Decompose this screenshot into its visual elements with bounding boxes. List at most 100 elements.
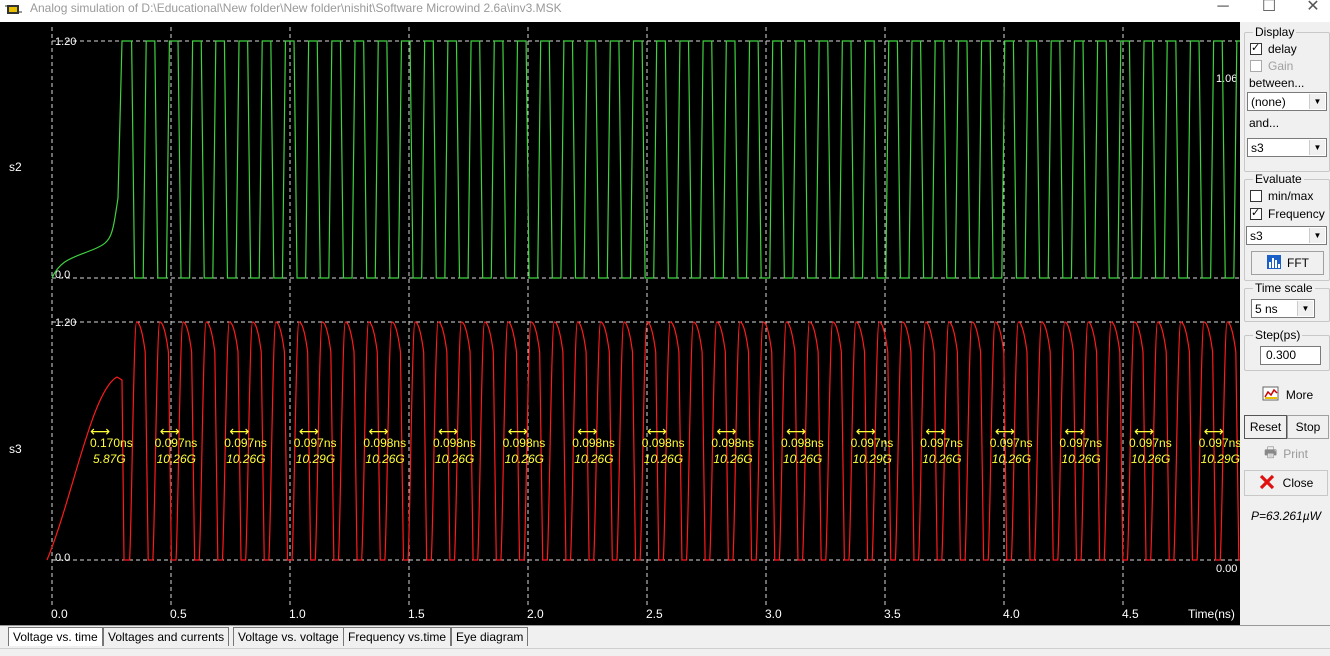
frequency-measurement: 10.29G: [296, 452, 335, 466]
bottom-y-high-label: 1.20: [55, 317, 76, 329]
x-tick-label: 0.5: [170, 607, 187, 621]
frequency-measurement: 10.26G: [365, 452, 404, 466]
waveform-plot: 0.0 0.5 1.0 1.5 2.0 2.5 3.0 3.5 4.0 4.5 Time(ns) 1.…: [0, 22, 1240, 625]
frequency-measurement: 10.26G: [1061, 452, 1100, 466]
chevron-down-icon[interactable]: ▼: [1309, 140, 1325, 155]
delay-measurement: 0.097ns: [1059, 436, 1102, 450]
frequency-measurement: 10.26G: [644, 452, 683, 466]
delay-measurement: 0.098ns: [711, 436, 754, 450]
close-window-button[interactable]: ✕: [1290, 0, 1330, 22]
delay-measurement: 0.098ns: [433, 436, 476, 450]
evaluate-signal-value: s3: [1250, 229, 1263, 243]
delay-measurement: 0.097ns: [990, 436, 1033, 450]
window-title: Analog simulation of D:\Educational\New …: [30, 1, 562, 15]
delay-check-box[interactable]: [1250, 41, 1262, 55]
frequency-measurement: 10.29G: [853, 452, 892, 466]
gain-label: Gain: [1268, 59, 1294, 73]
chevron-down-icon[interactable]: ▼: [1297, 301, 1313, 316]
close-label: Close: [1282, 476, 1314, 490]
fft-icon: [1266, 254, 1282, 273]
frequency-measurement: 10.26G: [574, 452, 613, 466]
power-readout: P=63.261µW: [1251, 509, 1321, 523]
delay-measurement: 0.170ns: [90, 436, 133, 450]
frequency-label: Frequency: [1268, 207, 1325, 221]
printer-icon: 🖶: [1264, 443, 1278, 460]
timescale-group-label: Time scale: [1253, 281, 1315, 295]
title-bar: Analog simulation of D:\Educational\New …: [0, 0, 1330, 22]
frequency-check-box[interactable]: [1250, 206, 1262, 220]
top-right-readout: 1.06: [1216, 73, 1237, 85]
top-y-high-label: 1.20: [55, 36, 76, 48]
evaluate-signal-select[interactable]: s3 ▼: [1246, 226, 1327, 245]
frequency-measurement: 5.87G: [93, 452, 126, 466]
frequency-measurement: 10.29G: [1201, 452, 1240, 466]
print-button[interactable]: 🖶 Print: [1244, 442, 1328, 465]
display-group-label: Display: [1253, 25, 1297, 39]
step-input[interactable]: 0.300: [1260, 346, 1321, 365]
evaluate-group-label: Evaluate: [1253, 172, 1304, 186]
frequency-measurement: 10.26G: [922, 452, 961, 466]
step-group-label: Step(ps): [1253, 328, 1303, 342]
top-y-low-label: 0.0: [55, 269, 70, 281]
delay-label: delay: [1268, 42, 1297, 56]
microwind-app-icon: [5, 2, 23, 18]
x-tick-label: 4.5: [1122, 607, 1139, 621]
tab-voltage-vs-time[interactable]: Voltage vs. time: [8, 627, 103, 646]
gain-check-box[interactable]: [1250, 60, 1262, 72]
x-tick-label: 2.5: [646, 607, 663, 621]
tab-voltage-vs-voltage[interactable]: Voltage vs. voltage: [233, 627, 344, 646]
waveform-svg: 0.0 0.5 1.0 1.5 2.0 2.5 3.0 3.5 4.0 4.5 Time(ns) 1.…: [9, 27, 1240, 621]
tab-frequency-vs-time[interactable]: Frequency vs.time: [343, 627, 452, 646]
x-tick-label: 3.0: [765, 607, 782, 621]
delay-measurement: 0.097ns: [920, 436, 963, 450]
stop-button[interactable]: Stop: [1287, 415, 1329, 439]
minimize-button[interactable]: ─: [1200, 0, 1246, 22]
delay-measurement: 0.097ns: [224, 436, 267, 450]
tab-eye-diagram[interactable]: Eye diagram: [451, 627, 529, 646]
control-panel: Display delay Gain between... (none) ▼ a…: [1240, 22, 1330, 625]
delay-measurement: 0.098ns: [642, 436, 685, 450]
fft-label: FFT: [1287, 256, 1309, 270]
print-label: Print: [1283, 446, 1308, 461]
tab-voltages-and-currents[interactable]: Voltages and currents: [103, 627, 230, 646]
bottom-right-readout: 0.00: [1216, 563, 1237, 575]
minmax-checkbox[interactable]: min/max: [1250, 189, 1313, 203]
signal-label-s2: s2: [9, 160, 22, 174]
frequency-measurement: 10.26G: [435, 452, 474, 466]
fft-button[interactable]: FFT: [1251, 251, 1324, 275]
x-tick-label: 1.0: [289, 607, 306, 621]
delay-measurement: 0.097ns: [1199, 436, 1240, 450]
chevron-down-icon[interactable]: ▼: [1309, 228, 1325, 243]
frequency-measurement: 10.26G: [992, 452, 1031, 466]
chevron-down-icon[interactable]: ▼: [1309, 94, 1325, 109]
frequency-checkbox[interactable]: Frequency: [1250, 206, 1325, 221]
delay-checkbox[interactable]: delay: [1250, 41, 1297, 56]
gain-checkbox[interactable]: Gain: [1250, 59, 1293, 73]
bottom-y-low-label: 0.0: [55, 552, 70, 564]
red-x-icon: [1259, 474, 1275, 493]
frequency-measurement: 10.26G: [713, 452, 752, 466]
x-tick-label: 0.0: [51, 607, 68, 621]
delay-measurement: 0.098ns: [572, 436, 615, 450]
delay-measurement: 0.098ns: [503, 436, 546, 450]
between-label: between...: [1249, 76, 1305, 90]
more-button[interactable]: More: [1251, 383, 1324, 407]
between-select-value: (none): [1251, 95, 1286, 109]
and-select-value: s3: [1251, 141, 1264, 155]
minmax-check-box[interactable]: [1250, 190, 1262, 202]
timescale-select[interactable]: 5 ns ▼: [1251, 299, 1315, 318]
more-icon: [1262, 386, 1280, 405]
minmax-label: min/max: [1268, 189, 1314, 203]
x-tick-label: 1.5: [408, 607, 425, 621]
delay-measurement: 0.097ns: [294, 436, 337, 450]
frequency-measurement: 10.26G: [1131, 452, 1170, 466]
maximize-button[interactable]: ☐: [1246, 0, 1292, 22]
frequency-measurement: 10.26G: [157, 452, 196, 466]
between-select[interactable]: (none) ▼: [1247, 92, 1327, 111]
close-button[interactable]: Close: [1244, 470, 1328, 496]
view-tabs: Voltage vs. time Voltages and currents V…: [0, 625, 1330, 648]
s2-waveform: [51, 40, 1240, 279]
and-select[interactable]: s3 ▼: [1247, 138, 1327, 157]
reset-button[interactable]: Reset: [1244, 415, 1287, 439]
signal-label-s3: s3: [9, 442, 22, 456]
